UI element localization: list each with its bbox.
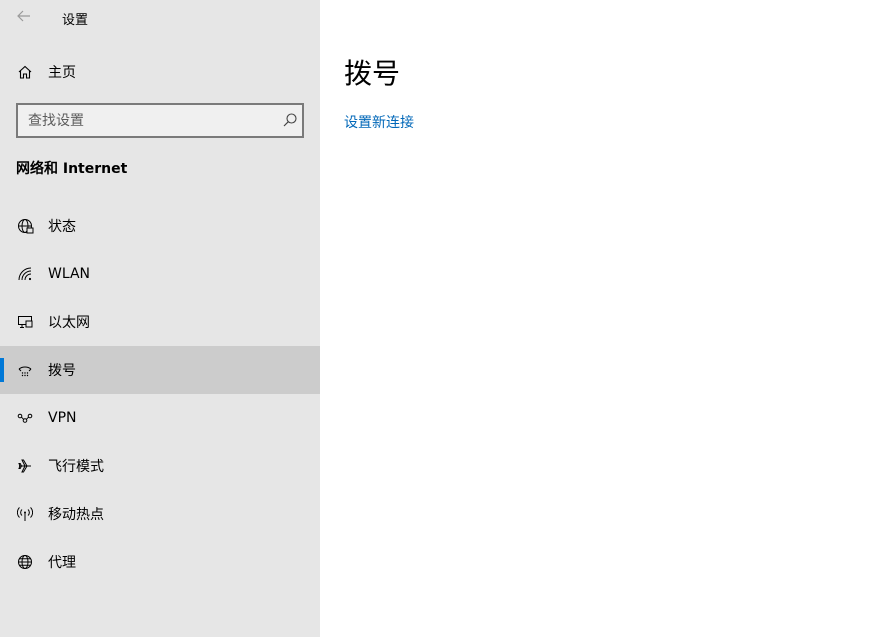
globe-icon (16, 553, 34, 571)
dialup-icon (16, 361, 34, 379)
sidebar-item-label: VPN (48, 410, 77, 426)
ethernet-icon (16, 313, 34, 331)
search-icon[interactable] (282, 112, 298, 128)
page-title: 拨号 (344, 57, 401, 90)
nav-list: 状态 WLAN 以太网 拨号 VPN 飞行模式 移动热点 代理 (0, 202, 320, 586)
back-button[interactable] (12, 4, 36, 28)
home-icon (16, 63, 34, 81)
setup-new-connection-link[interactable]: 设置新连接 (344, 112, 414, 132)
sidebar-item-vpn[interactable]: VPN (0, 394, 320, 442)
sidebar-item-label: 以太网 (48, 315, 90, 331)
sidebar-item-dialup[interactable]: 拨号 (0, 346, 320, 394)
sidebar-item-wlan[interactable]: WLAN (0, 250, 320, 298)
sidebar-item-label: 移动热点 (48, 507, 104, 523)
sidebar-item-label: 飞行模式 (48, 459, 104, 475)
search-box (16, 103, 304, 138)
sidebar-item-label: 主页 (48, 65, 76, 81)
sidebar-item-airplane[interactable]: 飞行模式 (0, 442, 320, 490)
sidebar-item-hotspot[interactable]: 移动热点 (0, 490, 320, 538)
sidebar-item-label: 拨号 (48, 363, 76, 379)
sidebar-item-label: WLAN (48, 266, 91, 282)
main-content: 拨号 设置新连接 (320, 0, 870, 637)
title-bar: 设置 (0, 0, 320, 34)
app-title: 设置 (62, 13, 89, 28)
sidebar-item-label: 状态 (48, 219, 76, 235)
section-heading: 网络和 Internet (16, 161, 128, 177)
search-input[interactable] (18, 105, 272, 136)
sidebar: 设置 主页 网络和 Internet (0, 0, 320, 637)
sidebar-item-home[interactable]: 主页 (0, 52, 320, 92)
sidebar-item-ethernet[interactable]: 以太网 (0, 298, 320, 346)
airplane-icon (16, 457, 34, 475)
vpn-icon (16, 409, 34, 427)
sidebar-item-proxy[interactable]: 代理 (0, 538, 320, 586)
settings-window: 设置 主页 网络和 Internet (0, 0, 870, 637)
wifi-icon (16, 265, 34, 283)
hotspot-icon (16, 505, 34, 523)
globe-status-icon (16, 217, 34, 235)
sidebar-item-label: 代理 (48, 555, 76, 571)
sidebar-item-status[interactable]: 状态 (0, 202, 320, 250)
back-arrow-icon (17, 10, 30, 22)
